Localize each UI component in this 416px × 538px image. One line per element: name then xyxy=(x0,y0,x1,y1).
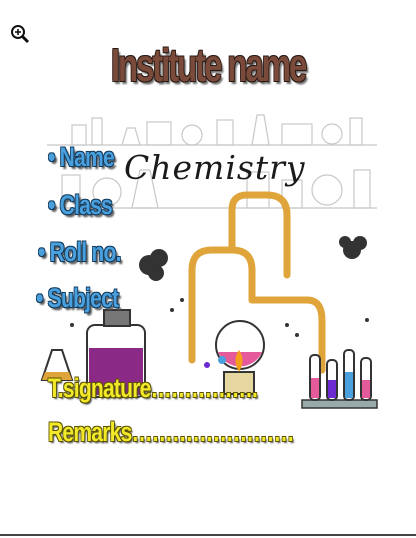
class-field-label: • Class xyxy=(48,190,113,220)
subject-field-label: • Subject xyxy=(36,283,119,313)
remarks-line: Remarks…………………… xyxy=(48,417,295,447)
name-field-label: • Name xyxy=(48,142,115,172)
roll-no-field-label: • Roll no. xyxy=(38,237,121,267)
zoom-in-icon[interactable] xyxy=(10,24,30,44)
institute-title: Institute name xyxy=(110,39,307,91)
page-bottom-border xyxy=(0,534,416,536)
chemistry-heading: Chemistry xyxy=(124,148,306,187)
teacher-signature-line: T.signature……………. xyxy=(48,373,258,403)
